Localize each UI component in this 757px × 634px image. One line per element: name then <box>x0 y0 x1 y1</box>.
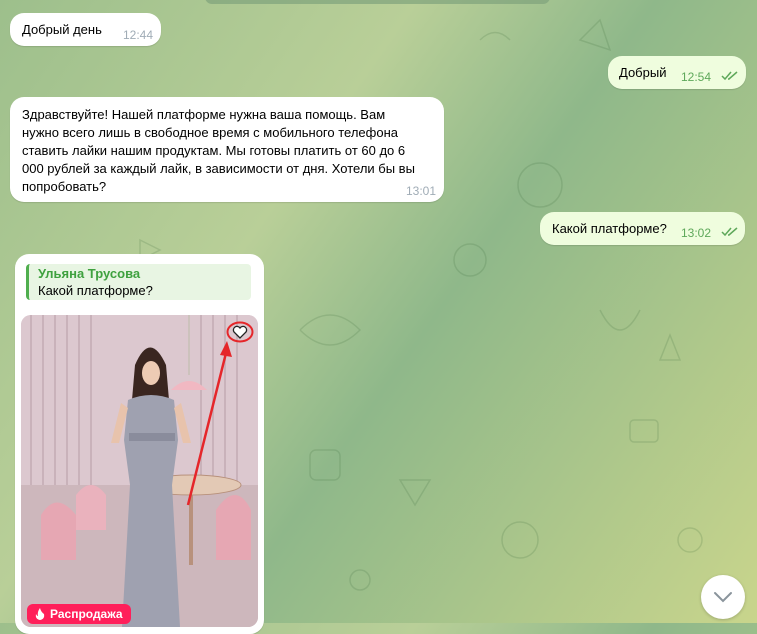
message-text: Здравствуйте! Нашей платформе нужна ваша… <box>22 107 415 194</box>
scroll-down-button[interactable] <box>701 575 745 619</box>
double-check-icon <box>721 227 738 237</box>
reply-text: Какой платформе? <box>38 283 153 298</box>
message-text: Какой платформе? <box>552 221 667 236</box>
annotation-arrow <box>186 341 232 506</box>
incoming-message[interactable]: Здравствуйте! Нашей платформе нужна ваша… <box>10 97 444 202</box>
reply-author: Ульяна Трусова <box>38 266 141 281</box>
top-pinned-bar <box>205 0 550 4</box>
message-time: 13:01 <box>406 184 437 198</box>
sale-badge[interactable]: Распродажа <box>27 604 131 624</box>
outgoing-message[interactable]: Добрый 12:54 <box>608 56 746 89</box>
fire-icon <box>35 608 45 620</box>
chevron-down-icon <box>714 592 732 603</box>
sale-badge-label: Распродажа <box>50 607 123 621</box>
message-time: 13:02 <box>681 226 712 240</box>
reply-quote[interactable]: Ульяна Трусова Какой платформе? <box>26 264 251 300</box>
message-time: 12:54 <box>681 70 712 84</box>
incoming-message[interactable]: Добрый день 12:44 <box>10 13 161 46</box>
message-time: 12:44 <box>123 28 154 42</box>
message-text: Добрый <box>619 65 667 80</box>
message-text: Добрый день <box>22 22 102 37</box>
outgoing-message[interactable]: Какой платформе? 13:02 <box>540 212 745 245</box>
double-check-icon <box>721 71 738 81</box>
